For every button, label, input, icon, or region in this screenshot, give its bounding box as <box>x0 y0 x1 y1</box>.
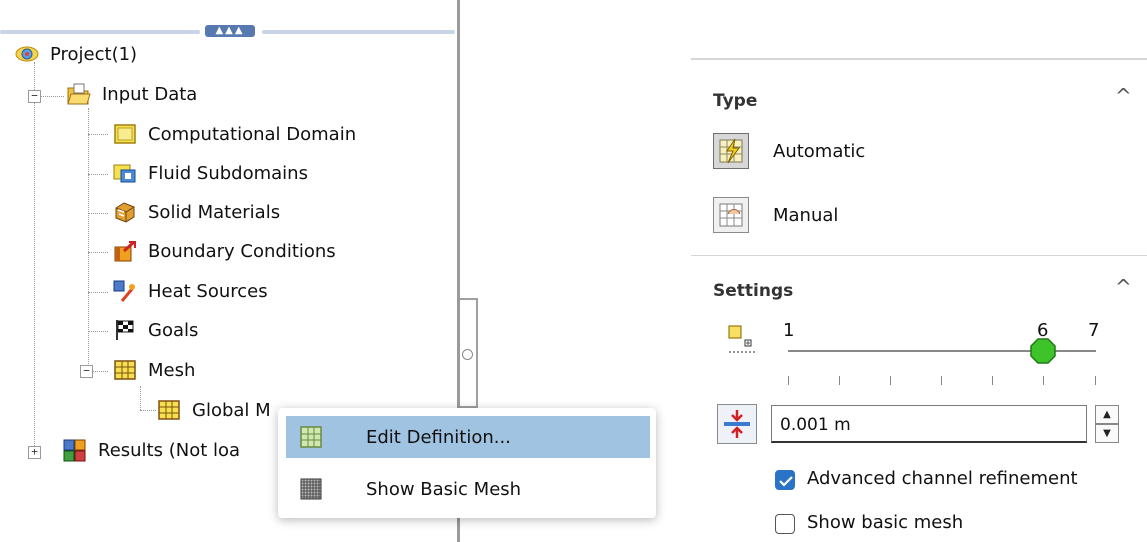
tree-item-mesh[interactable]: Mesh <box>112 353 195 387</box>
tree-hline <box>88 134 108 135</box>
boundary-conditions-icon <box>112 239 138 263</box>
show-basic-mesh-label: Show basic mesh <box>807 512 964 533</box>
slider-tick <box>788 376 789 385</box>
slider-max-label: 7 <box>1088 320 1100 341</box>
tree-item-boundary-conditions[interactable]: Boundary Conditions <box>112 234 336 268</box>
tree-hline <box>40 96 64 97</box>
edit-definition-icon <box>298 424 324 450</box>
heat-sources-icon <box>112 279 138 303</box>
gap-size-spinner: ▲ ▼ <box>1095 405 1119 443</box>
mesh-icon <box>112 358 138 382</box>
tree-hline <box>88 331 108 332</box>
automatic-mesh-icon <box>719 138 743 164</box>
tree-hline <box>140 410 156 411</box>
tree-label: Fluid Subdomains <box>148 162 308 184</box>
expand-mesh-toggle[interactable]: − <box>80 365 93 378</box>
split-bar-left <box>0 30 200 34</box>
tree-hline <box>88 174 108 175</box>
expand-input-data-toggle[interactable]: − <box>28 90 41 103</box>
expand-results-toggle[interactable]: + <box>28 446 41 459</box>
slider-tick <box>992 376 993 385</box>
tree-label: Solid Materials <box>148 201 281 223</box>
spin-up-button[interactable]: ▲ <box>1095 405 1119 424</box>
solid-materials-icon <box>112 200 138 224</box>
tree-label-global-mesh: Global M <box>192 399 271 421</box>
tree-label: Computational Domain <box>148 123 357 145</box>
slider-tick <box>890 376 891 385</box>
slider-min-label: 1 <box>783 320 795 341</box>
menu-item-show-basic-mesh[interactable]: Show Basic Mesh <box>286 468 650 510</box>
folder-open-icon <box>66 82 92 106</box>
automatic-label: Automatic <box>773 141 866 162</box>
slider-tick <box>1043 376 1044 385</box>
spin-down-button[interactable]: ▼ <box>1095 424 1119 443</box>
tree-item-heat-sources[interactable]: Heat Sources <box>112 274 268 308</box>
tree-item-solid-materials[interactable]: Solid Materials <box>112 195 280 229</box>
settings-collapse-chevron-icon[interactable]: ^ <box>1115 275 1132 299</box>
settings-section-title: Settings <box>713 281 794 301</box>
context-menu: Edit Definition... Show Basic Mesh <box>278 408 656 518</box>
show-basic-mesh-checkbox[interactable] <box>775 514 795 534</box>
menu-item-edit-definition[interactable]: Edit Definition... <box>286 416 650 458</box>
slider-tick <box>839 376 840 385</box>
tree-item-computational-domain[interactable]: Computational Domain <box>112 117 356 151</box>
slider-tick <box>1095 376 1096 385</box>
tree-item-goals[interactable]: Goals <box>112 313 198 347</box>
split-bar-right <box>262 30 455 34</box>
goals-flag-icon <box>112 318 138 342</box>
minimum-gap-size-icon <box>717 404 757 444</box>
tree-label: Boundary Conditions <box>148 240 336 262</box>
tree-hline <box>88 213 108 214</box>
type-collapse-chevron-icon[interactable]: ^ <box>1115 84 1132 108</box>
tree-label: Goals <box>148 319 199 341</box>
fluid-subdomains-icon <box>112 161 138 185</box>
tree-hline <box>88 252 108 253</box>
tree-line-root <box>34 62 35 448</box>
manual-label: Manual <box>773 205 839 226</box>
basic-mesh-icon <box>298 476 324 502</box>
advanced-channel-refinement-checkbox[interactable] <box>775 470 795 490</box>
minimum-gap-size-input[interactable]: 0.001 m <box>771 405 1087 443</box>
divider-grip-dot[interactable] <box>462 349 473 360</box>
slider-tick <box>941 376 942 385</box>
menu-label-show-basic-mesh: Show Basic Mesh <box>366 478 522 500</box>
automatic-type-button[interactable] <box>713 133 749 169</box>
tree-item-input-data[interactable]: Input Data <box>66 77 197 111</box>
tree-item-project[interactable]: Project(1) <box>14 37 137 71</box>
tree-item-fluid-subdomains[interactable]: Fluid Subdomains <box>112 156 308 190</box>
tree-label: Mesh <box>148 359 196 381</box>
tree-item-results[interactable]: Results (Not loa <box>62 433 240 467</box>
tree-line-input-data <box>88 108 89 374</box>
manual-mesh-icon <box>719 203 743 227</box>
tree-label-input-data: Input Data <box>102 83 198 105</box>
tree-label: Heat Sources <box>148 280 268 302</box>
refinement-slider-thumb[interactable] <box>1029 337 1057 365</box>
section-separator <box>691 255 1147 256</box>
project-icon <box>14 42 40 66</box>
tree-label-project: Project(1) <box>50 43 138 65</box>
mesh-properties-panel: Type ^ Automatic Manual Settings ^ 1 6 7 <box>683 0 1147 542</box>
tree-line-mesh <box>140 386 141 410</box>
split-collapse-button[interactable]: ▲▲▲ <box>205 25 255 37</box>
tree-label-results: Results (Not loa <box>98 439 241 461</box>
menu-label-edit-definition: Edit Definition... <box>366 426 511 448</box>
tree-hline <box>88 292 108 293</box>
tree-item-global-mesh[interactable]: Global M <box>156 393 271 427</box>
level-of-refinement-icon <box>727 322 757 361</box>
type-section-title: Type <box>713 91 758 111</box>
global-mesh-icon <box>156 398 182 422</box>
results-icon <box>62 438 88 462</box>
computational-domain-icon <box>112 122 138 146</box>
manual-type-button[interactable] <box>713 197 749 233</box>
advanced-channel-refinement-label: Advanced channel refinement <box>807 468 1078 489</box>
panel-top-border <box>691 58 1147 60</box>
